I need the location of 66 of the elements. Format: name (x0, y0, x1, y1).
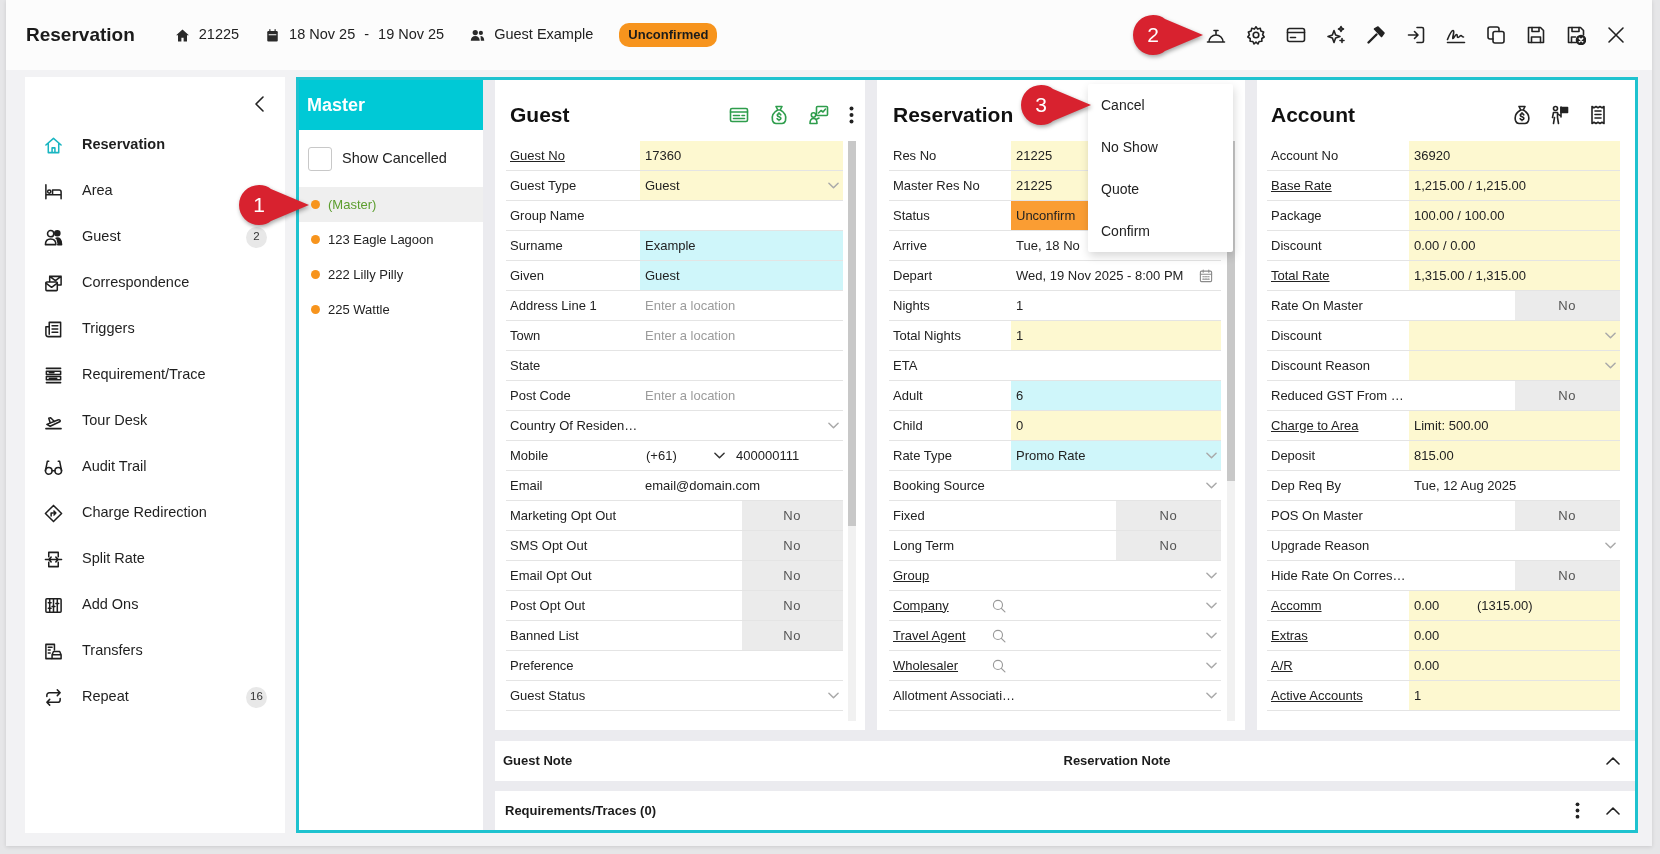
field-label: State (510, 356, 541, 375)
field-label: Child (893, 416, 923, 435)
field-label: Marketing Opt Out (510, 506, 617, 525)
field-label: Banned List (510, 626, 579, 645)
step-callout: 1 (238, 183, 310, 226)
field-label: Status (893, 206, 930, 225)
field-label: Discount (1271, 326, 1322, 345)
step-callout: 2 (1132, 14, 1204, 56)
date-separator: - (364, 25, 370, 45)
date-text: 19 Nov 25 (378, 25, 445, 45)
field-label: Total Nights (893, 326, 961, 345)
field-label: Reduced GST From … (1271, 386, 1404, 405)
field-label: Guest Type (510, 176, 577, 195)
checkbox-label: Show Cancelled (342, 148, 447, 168)
field-label: Long Term (893, 536, 955, 555)
field-label: Email Opt Out (510, 566, 592, 585)
field-label: Account No (1271, 146, 1339, 165)
count-badge: 16 (246, 686, 267, 708)
panel-title: Reservation (893, 101, 1014, 128)
date-text: 18 Nov 25 (289, 25, 356, 45)
section-title: Reservation Note (1063, 753, 1171, 769)
field-label: Deposit (1271, 446, 1316, 465)
field-label: Dep Req By (1271, 476, 1342, 495)
field-label: Master Res No (893, 176, 980, 195)
field-label: Package (1271, 206, 1322, 225)
field-label: SMS Opt Out (510, 536, 588, 555)
field-label: Group Name (510, 206, 585, 225)
field-label: Upgrade Reason (1271, 536, 1370, 555)
field-label: Hide Rate On Corres… (1271, 566, 1406, 585)
field-label: Adult (893, 386, 923, 405)
field-label: Country Of Residen… (510, 416, 638, 435)
field-note: (1315.00) (1477, 596, 1533, 615)
field-label: Address Line 1 (510, 296, 597, 315)
field-label: Town (510, 326, 541, 345)
field-label: Nights (893, 296, 930, 315)
field-label: Rate Type (893, 446, 953, 465)
master-header: Master (299, 80, 483, 130)
field-label: Preference (510, 656, 574, 675)
field-label: ETA (893, 356, 918, 375)
field-label: Email (510, 476, 543, 495)
field-label: Given (510, 266, 544, 285)
field-label: Res No (893, 146, 937, 165)
page-title: Reservation (26, 22, 135, 47)
field-label: Mobile (510, 446, 549, 465)
field-label: Surname (510, 236, 563, 255)
count-badge: 2 (246, 226, 267, 248)
field-label: Post Code (510, 386, 571, 405)
status-badge: Unconfirmed (619, 23, 718, 47)
field-label: Rate On Master (1271, 296, 1363, 315)
field-label: Depart (893, 266, 933, 285)
panel-title: Account (1271, 101, 1355, 128)
field-label: Discount Reason (1271, 356, 1370, 375)
field-label: POS On Master (1271, 506, 1363, 525)
field-label: Discount (1271, 236, 1322, 255)
section-title: Guest Note (503, 753, 573, 769)
field-label: Allotment Associati… (893, 686, 1016, 705)
panel-title: Guest (510, 101, 570, 128)
field-label: Arrive (893, 236, 927, 255)
section-title: Requirements/Traces (0) (505, 801, 656, 820)
field-label: Fixed (893, 506, 925, 525)
guest-name: Guest Example (494, 25, 594, 45)
field-label: Booking Source (893, 476, 985, 495)
field-label: Post Opt Out (510, 596, 586, 615)
reservation-number: 21225 (198, 25, 240, 45)
step-callout: 3 (1020, 84, 1092, 126)
field-label: Guest Status (510, 686, 586, 705)
